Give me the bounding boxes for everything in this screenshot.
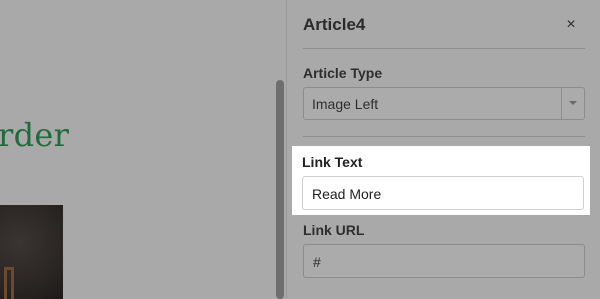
- link-url-input[interactable]: #: [303, 244, 585, 278]
- article-heading-fragment: rder: [0, 116, 70, 154]
- divider: [303, 136, 585, 137]
- article-type-select[interactable]: Image Left: [303, 87, 585, 120]
- link-text-input[interactable]: Read More: [302, 176, 584, 210]
- dropdown-toggle[interactable]: [561, 88, 584, 119]
- canvas-scrollbar[interactable]: [276, 80, 284, 299]
- article-image-frame: [4, 267, 14, 299]
- article-type-label: Article Type: [303, 65, 383, 81]
- link-text-field-group: Link Text Read More: [292, 146, 590, 215]
- divider: [303, 48, 585, 49]
- link-url-value: #: [313, 254, 321, 270]
- chevron-down-icon: [569, 101, 577, 105]
- close-icon[interactable]: ×: [562, 15, 580, 35]
- link-url-label: Link URL: [303, 222, 365, 238]
- page-canvas: rder: [0, 0, 286, 299]
- panel-title: Article4: [303, 15, 366, 34]
- article-type-value: Image Left: [312, 96, 379, 112]
- link-text-label: Link Text: [302, 154, 363, 170]
- link-text-value: Read More: [312, 186, 382, 202]
